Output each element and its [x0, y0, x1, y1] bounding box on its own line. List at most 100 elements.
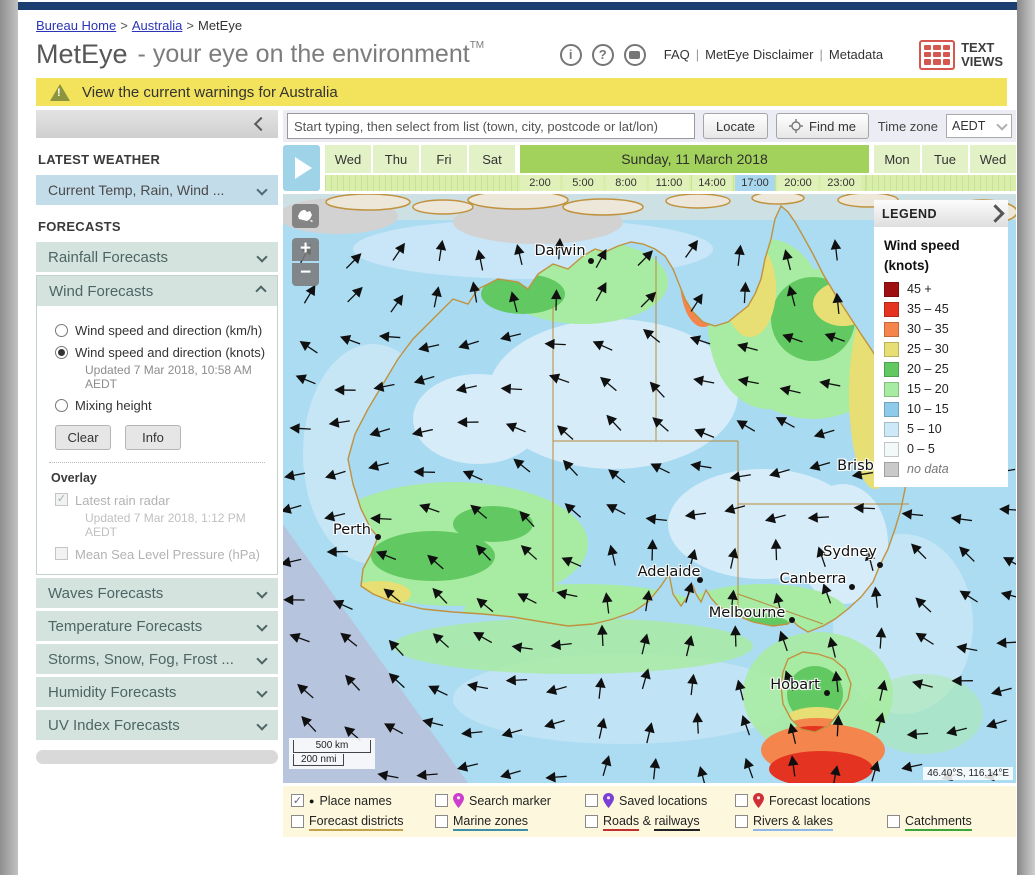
- legend-swatch: [884, 342, 899, 357]
- clear-button[interactable]: Clear: [55, 425, 111, 450]
- checkbox[interactable]: [585, 794, 598, 807]
- layer-label[interactable]: Roads & railways: [603, 814, 700, 828]
- city-dot-sydney: [877, 562, 883, 568]
- time-step-14-00[interactable]: 14:00: [692, 175, 732, 191]
- layer-rivers-lakes: Rivers & lakes: [735, 814, 885, 828]
- layer-label[interactable]: Rivers & lakes: [753, 814, 833, 828]
- checkbox[interactable]: [435, 794, 448, 807]
- legend-label: 10 – 15: [907, 402, 949, 416]
- zoom-in-button[interactable]: +: [292, 238, 319, 261]
- sidebar-collapse-button[interactable]: [36, 110, 278, 138]
- latest-weather-dropdown[interactable]: Current Temp, Rain, Wind ...: [36, 175, 278, 205]
- timezone-select[interactable]: AEDT: [946, 114, 1012, 138]
- zoom-to-australia-button[interactable]: [292, 204, 319, 228]
- accordion-temperature-forecasts[interactable]: Temperature Forecasts: [36, 611, 278, 641]
- selected-day-button[interactable]: Sunday, 11 March 2018: [520, 145, 869, 173]
- timeline-ticks-left[interactable]: [325, 175, 517, 191]
- radio-label: Mixing height: [75, 398, 152, 413]
- page-tagline: - your eye on the environmentTM: [138, 40, 485, 69]
- layer-label[interactable]: Forecast districts: [309, 814, 403, 828]
- sidebar: LATEST WEATHER Current Temp, Rain, Wind …: [36, 110, 278, 837]
- location-search-input[interactable]: [287, 113, 695, 139]
- window-scrollbar-area[interactable]: [1017, 0, 1035, 875]
- overlay-heading: Overlay: [51, 471, 269, 485]
- radio-button[interactable]: [55, 399, 68, 412]
- chevron-down-icon: [256, 587, 267, 598]
- header-link-metadata[interactable]: Metadata: [829, 47, 883, 62]
- weather-map[interactable]: DarwinBrisbanePerthAdelaideSydneyCanberr…: [283, 194, 1016, 783]
- accordion-waves-forecasts[interactable]: Waves Forecasts: [36, 578, 278, 608]
- checkbox[interactable]: [735, 815, 748, 828]
- time-steps: 2:005:008:0011:0014:0017:0020:0023:00: [517, 175, 866, 191]
- header-link-meteye-disclaimer[interactable]: MetEye Disclaimer: [705, 47, 813, 62]
- time-step-11-00[interactable]: 11:00: [649, 175, 689, 191]
- timeline-ticks-right[interactable]: [866, 175, 1016, 191]
- info-icon[interactable]: i: [560, 44, 582, 66]
- overlay-label: Mean Sea Level Pressure (hPa): [75, 547, 260, 562]
- accordion-label: Storms, Snow, Fog, Frost ...: [48, 651, 234, 668]
- legend-header[interactable]: LEGEND: [874, 200, 1008, 227]
- chevron-down-icon: [256, 251, 267, 262]
- accordion-storms-snow-fog-frost-[interactable]: Storms, Snow, Fog, Frost ...: [36, 644, 278, 674]
- find-me-button[interactable]: Find me: [776, 113, 869, 139]
- time-step-5-00[interactable]: 5:00: [563, 175, 603, 191]
- warnings-banner[interactable]: View the current warnings for Australia: [36, 78, 1007, 106]
- radio-wind-speed-and-direction-km-h-[interactable]: Wind speed and direction (km/h): [55, 323, 269, 338]
- time-step-2-00[interactable]: 2:00: [520, 175, 560, 191]
- breadcrumb-item-bureau-home[interactable]: Bureau Home: [36, 18, 116, 33]
- day-button-wed[interactable]: Wed: [325, 145, 371, 173]
- scale-nmi: 200 nmi: [293, 754, 344, 766]
- accordion-wind-forecasts[interactable]: Wind Forecasts: [37, 276, 277, 306]
- header-link-faq[interactable]: FAQ: [664, 47, 690, 62]
- radio-button[interactable]: [55, 324, 68, 337]
- layer-label-part: Catchments: [905, 814, 972, 831]
- day-button-mon[interactable]: Mon: [874, 145, 920, 173]
- checkbox[interactable]: [585, 815, 598, 828]
- checkbox[interactable]: [435, 815, 448, 828]
- layer-label-part: railways: [654, 814, 699, 831]
- zoom-out-button[interactable]: −: [292, 263, 319, 286]
- play-icon: [295, 157, 312, 179]
- radio-mixing-height[interactable]: Mixing height: [55, 398, 269, 413]
- time-step-20-00[interactable]: 20:00: [778, 175, 818, 191]
- accordion-rainfall-forecasts[interactable]: Rainfall Forecasts: [36, 242, 278, 272]
- play-button[interactable]: [283, 145, 320, 191]
- checkbox[interactable]: ✓: [291, 794, 304, 807]
- checkbox[interactable]: [887, 815, 900, 828]
- legend-label: 30 – 35: [907, 322, 949, 336]
- radio-wind-speed-and-direction-knots-[interactable]: Wind speed and direction (knots): [55, 345, 269, 360]
- checkbox[interactable]: [291, 815, 304, 828]
- text-views-button[interactable]: TEXT VIEWS: [919, 40, 1003, 70]
- day-button-tue[interactable]: Tue: [922, 145, 968, 173]
- accordion-uv-index-forecasts[interactable]: UV Index Forecasts: [36, 710, 278, 740]
- legend-label: 15 – 20: [907, 382, 949, 396]
- layer-label[interactable]: Catchments: [905, 814, 972, 828]
- accordion-humidity-forecasts[interactable]: Humidity Forecasts: [36, 677, 278, 707]
- layer-forecast-districts: Forecast districts: [291, 814, 433, 828]
- chevron-down-icon: [256, 719, 267, 730]
- city-dot-perth: [375, 534, 381, 540]
- checkbox[interactable]: [735, 794, 748, 807]
- time-step-17-00[interactable]: 17:00: [735, 175, 775, 191]
- time-step-23-00[interactable]: 23:00: [821, 175, 861, 191]
- time-step-8-00[interactable]: 8:00: [606, 175, 646, 191]
- legend-items: 45 +35 – 4530 – 3525 – 3020 – 2515 – 201…: [884, 282, 998, 477]
- day-button-fri[interactable]: Fri: [421, 145, 467, 173]
- chevron-down-icon: [256, 686, 267, 697]
- accordion-label: Temperature Forecasts: [48, 618, 202, 635]
- city-dot-canberra: [849, 584, 855, 590]
- day-button-thu[interactable]: Thu: [373, 145, 419, 173]
- day-button-wed[interactable]: Wed: [970, 145, 1016, 173]
- radio-button[interactable]: [55, 346, 68, 359]
- breadcrumb-item-australia[interactable]: Australia: [132, 18, 183, 33]
- legend-swatch: [884, 282, 899, 297]
- page-title: MetEye: [36, 39, 128, 70]
- legend-swatch: [884, 462, 899, 477]
- locate-button[interactable]: Locate: [703, 113, 768, 139]
- feedback-icon[interactable]: [624, 44, 646, 66]
- layer-label[interactable]: Marine zones: [453, 814, 528, 828]
- day-button-sat[interactable]: Sat: [469, 145, 515, 173]
- info-button[interactable]: Info: [125, 425, 181, 450]
- chevron-left-icon: [254, 117, 268, 131]
- help-icon[interactable]: ?: [592, 44, 614, 66]
